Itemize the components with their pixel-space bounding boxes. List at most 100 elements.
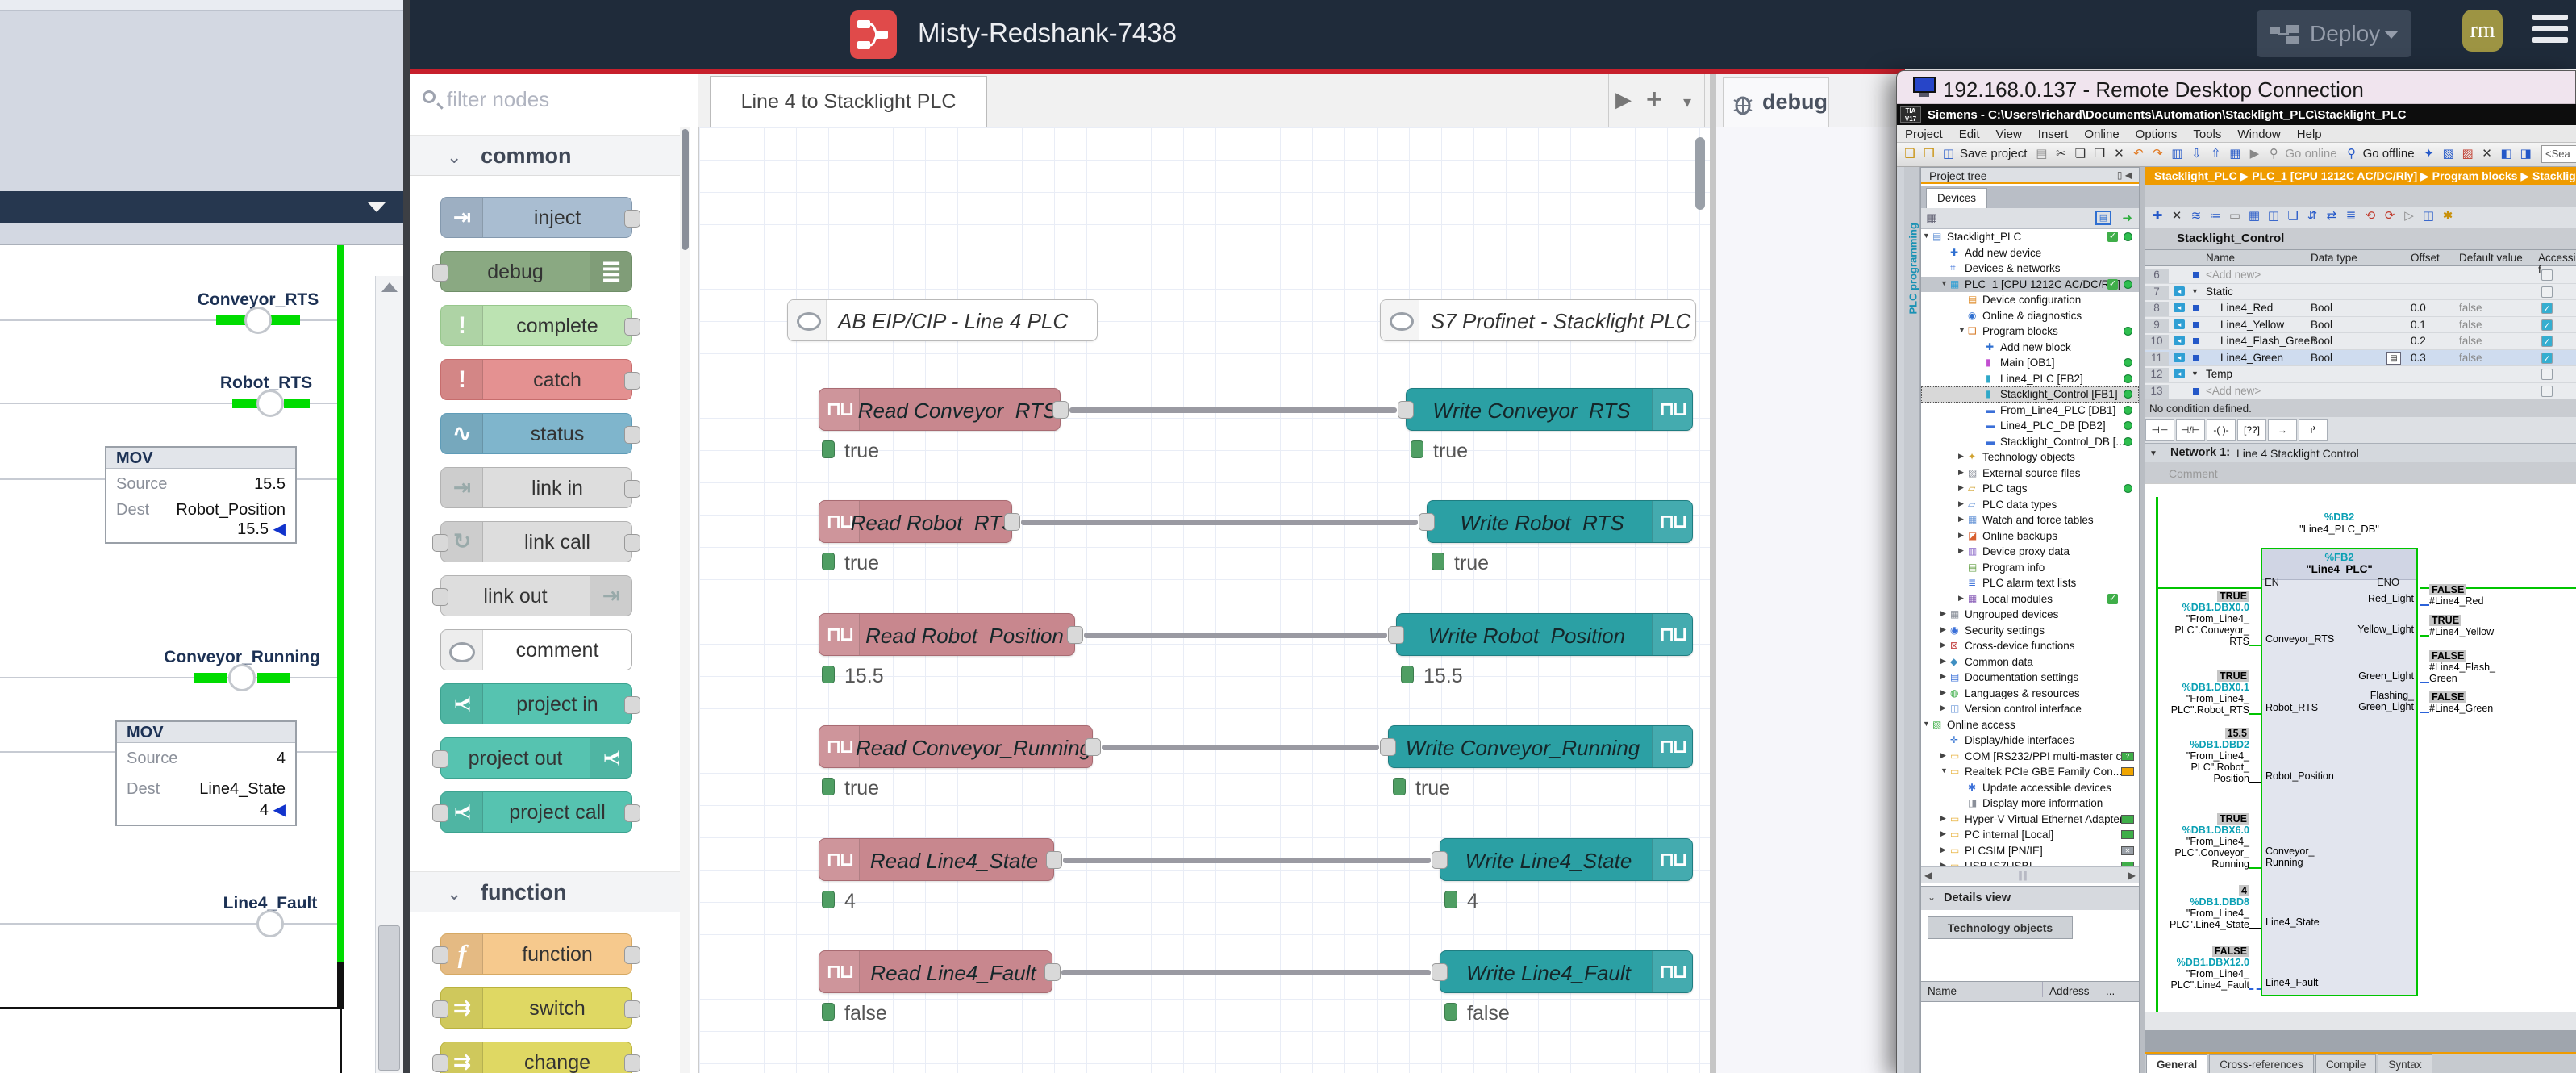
- palette-node[interactable]: change: [440, 1042, 632, 1073]
- node-output-port[interactable]: [624, 480, 640, 498]
- node-input-port[interactable]: [432, 588, 448, 606]
- editor-toolbar-icon[interactable]: ✱: [2439, 207, 2457, 225]
- expander-icon[interactable]: ▶: [1958, 483, 1964, 492]
- expander-icon[interactable]: ▶: [1940, 845, 1946, 854]
- menu-item[interactable]: Online: [2076, 125, 2127, 144]
- toolbar-icon[interactable]: ◫: [1940, 145, 1957, 163]
- tree-item[interactable]: ▼ ❑ Program blocks ✓: [1921, 324, 2139, 340]
- node-input-port[interactable]: [1388, 626, 1404, 644]
- palette-node[interactable]: comment: [440, 629, 632, 670]
- palette-node[interactable]: project in: [440, 683, 632, 724]
- expander-icon[interactable]: ▶: [1940, 672, 1946, 681]
- accessible-checkbox[interactable]: [2541, 386, 2553, 397]
- tree-filter-icon[interactable]: ▦: [1926, 211, 1937, 225]
- node-output-port[interactable]: [1085, 738, 1101, 756]
- toolbar-icon[interactable]: ⇩: [2187, 145, 2205, 163]
- accessible-checkbox[interactable]: [2541, 369, 2553, 380]
- expander-icon[interactable]: ▶: [1940, 625, 1946, 634]
- node-output-port[interactable]: [624, 804, 640, 822]
- tree-item[interactable]: ▶ ▱ PLC data types ✓: [1921, 497, 2139, 513]
- tree-item[interactable]: ◉ Online & diagnostics ✓: [1921, 308, 2139, 324]
- tree-item[interactable]: ✱ Update accessible devices ✓: [1921, 780, 2139, 796]
- accessible-checkbox[interactable]: ✓: [2541, 353, 2553, 364]
- node-output-port[interactable]: [1004, 513, 1020, 531]
- node-input-port[interactable]: [432, 1054, 448, 1072]
- tree-item[interactable]: ▶ ▤ Documentation settings ✓: [1921, 670, 2139, 686]
- tree-item[interactable]: ▼ ▦ PLC_1 [CPU 1212C AC/DC/Rly] ✓: [1921, 277, 2139, 293]
- node-input-port[interactable]: [1432, 963, 1448, 981]
- write-node[interactable]: Write Line4_State: [1440, 838, 1693, 881]
- wire[interactable]: [1061, 970, 1431, 975]
- toolbar-icon[interactable]: ↶: [2129, 145, 2147, 163]
- deploy-caret-icon[interactable]: [2384, 31, 2399, 39]
- column-default-value[interactable]: Default value: [2459, 252, 2523, 264]
- output-operand[interactable]: TRUE#Line4_Yellow: [2429, 615, 2550, 637]
- go-online-plug-icon[interactable]: ⚲: [2265, 145, 2282, 163]
- lad-element-button[interactable]: →: [2268, 419, 2297, 441]
- sidebar-splitter[interactable]: [1710, 74, 1716, 1073]
- menu-item[interactable]: Project: [1897, 125, 1951, 144]
- palette-section-function[interactable]: ⌄ function: [410, 871, 687, 912]
- read-node[interactable]: Read Line4_Fault: [819, 950, 1052, 993]
- mov-block[interactable]: MOV Source4 DestLine4_State 4 ◀: [115, 720, 297, 826]
- expander-icon[interactable]: ▼: [1923, 232, 1930, 240]
- coil-icon[interactable]: [256, 910, 284, 937]
- toolbar-icon[interactable]: ▧: [2440, 145, 2457, 163]
- wire[interactable]: [1102, 745, 1379, 750]
- expander-icon[interactable]: ▶: [1958, 531, 1964, 540]
- editor-toolbar-icon[interactable]: ⟲: [2361, 207, 2379, 225]
- comment-node[interactable]: S7 Profinet - Stacklight PLC: [1380, 299, 1696, 341]
- toolbar-icon[interactable]: ❐: [2090, 145, 2108, 163]
- comment-node[interactable]: AB EIP/CIP - Line 4 PLC: [787, 299, 1098, 341]
- palette-node[interactable]: link call: [440, 521, 632, 562]
- editor-toolbar-icon[interactable]: ⟳: [2381, 207, 2399, 225]
- node-output-port[interactable]: [1067, 626, 1083, 644]
- tree-item[interactable]: ✚ Add new block ✓: [1921, 340, 2139, 356]
- tree-item[interactable]: ▶ ◉ Security settings ✓: [1921, 623, 2139, 639]
- panel-collapse-icons[interactable]: ▯ ◀: [2117, 169, 2132, 181]
- tree-item[interactable]: ▶ ▦ Watch and force tables ✓: [1921, 512, 2139, 528]
- editor-toolbar-icon[interactable]: ≔: [2207, 207, 2224, 225]
- tree-item[interactable]: ▮ Stacklight_Control [FB1] ✓: [1921, 386, 2139, 403]
- toolbar-icon[interactable]: ▶: [2245, 145, 2263, 163]
- tree-hscrollbar[interactable]: ◀ ▶ ∥∥: [1921, 866, 2139, 883]
- expander-icon[interactable]: ▶: [1958, 594, 1964, 603]
- lad-network-canvas[interactable]: %DB2 "Line4_PLC_DB" %FB2 "Line4_PLC" EN …: [2145, 483, 2576, 1012]
- expander-icon[interactable]: ▶: [1940, 704, 1946, 712]
- tree-item[interactable]: ▼ ▤ Stacklight_PLC ✓: [1921, 229, 2139, 245]
- editor-toolbar-icon[interactable]: ◫: [2265, 207, 2282, 225]
- menu-icon[interactable]: [2532, 15, 2568, 47]
- node-input-port[interactable]: [1398, 401, 1414, 419]
- node-output-port[interactable]: [624, 1000, 640, 1018]
- tree-item[interactable]: ▶ ▱ PLC tags ✓: [1921, 481, 2139, 497]
- coil-icon[interactable]: [256, 390, 284, 417]
- output-operand[interactable]: FALSE#Line4_Flash_Green: [2429, 650, 2550, 684]
- accessible-checkbox[interactable]: ✓: [2541, 319, 2553, 331]
- input-operand[interactable]: 15.5%DB1.DBD2"From_Line4_PLC".Robot_Posi…: [2132, 728, 2249, 784]
- tree-view-icon[interactable]: ▤: [2095, 211, 2111, 225]
- toolbar-icon[interactable]: ✦: [2420, 145, 2438, 163]
- toolbar-icon[interactable]: ↷: [2149, 145, 2166, 163]
- toolbar-icon[interactable]: ✕: [2110, 145, 2128, 163]
- scroll-up-icon[interactable]: [381, 282, 398, 292]
- toolbar-icon[interactable]: ✕: [2478, 145, 2496, 163]
- type-dropdown-button[interactable]: ▤: [2386, 352, 2401, 365]
- node-output-port[interactable]: [1044, 963, 1061, 981]
- tree-item[interactable]: ▶ ▭ Hyper-V Virtual Ethernet Adapter ✓: [1921, 812, 2139, 828]
- expander-icon[interactable]: ▶: [1940, 688, 1946, 697]
- tree-item[interactable]: ▶ ◆ Common data ✓: [1921, 654, 2139, 670]
- tree-item[interactable]: ▶ ▭ USB [S7USB] ✓: [1921, 858, 2139, 866]
- expander-icon[interactable]: ▶: [1940, 641, 1946, 649]
- table-row[interactable]: 9 ◂ Line4_Yellow Bool ▤ 0.1 false ✓: [2145, 317, 2576, 334]
- input-operand[interactable]: 4%DB1.DBD8"From_Line4_PLC".Line4_State: [2132, 885, 2249, 930]
- palette-node[interactable]: catch: [440, 359, 632, 400]
- expander-icon[interactable]: ▼: [2191, 369, 2199, 378]
- accessible-checkbox[interactable]: ✓: [2541, 303, 2553, 314]
- node-output-port[interactable]: [624, 696, 640, 714]
- read-node[interactable]: Read Line4_State: [819, 838, 1054, 881]
- tree-item[interactable]: ▶ ▭ COM [RS232/PPI multi-master c... ✓ ?: [1921, 749, 2139, 765]
- toolbar-icon[interactable]: ❏: [2071, 145, 2089, 163]
- ladder-scrollbar[interactable]: [375, 276, 403, 1073]
- palette-node[interactable]: inject: [440, 197, 632, 238]
- node-input-port[interactable]: [432, 534, 448, 552]
